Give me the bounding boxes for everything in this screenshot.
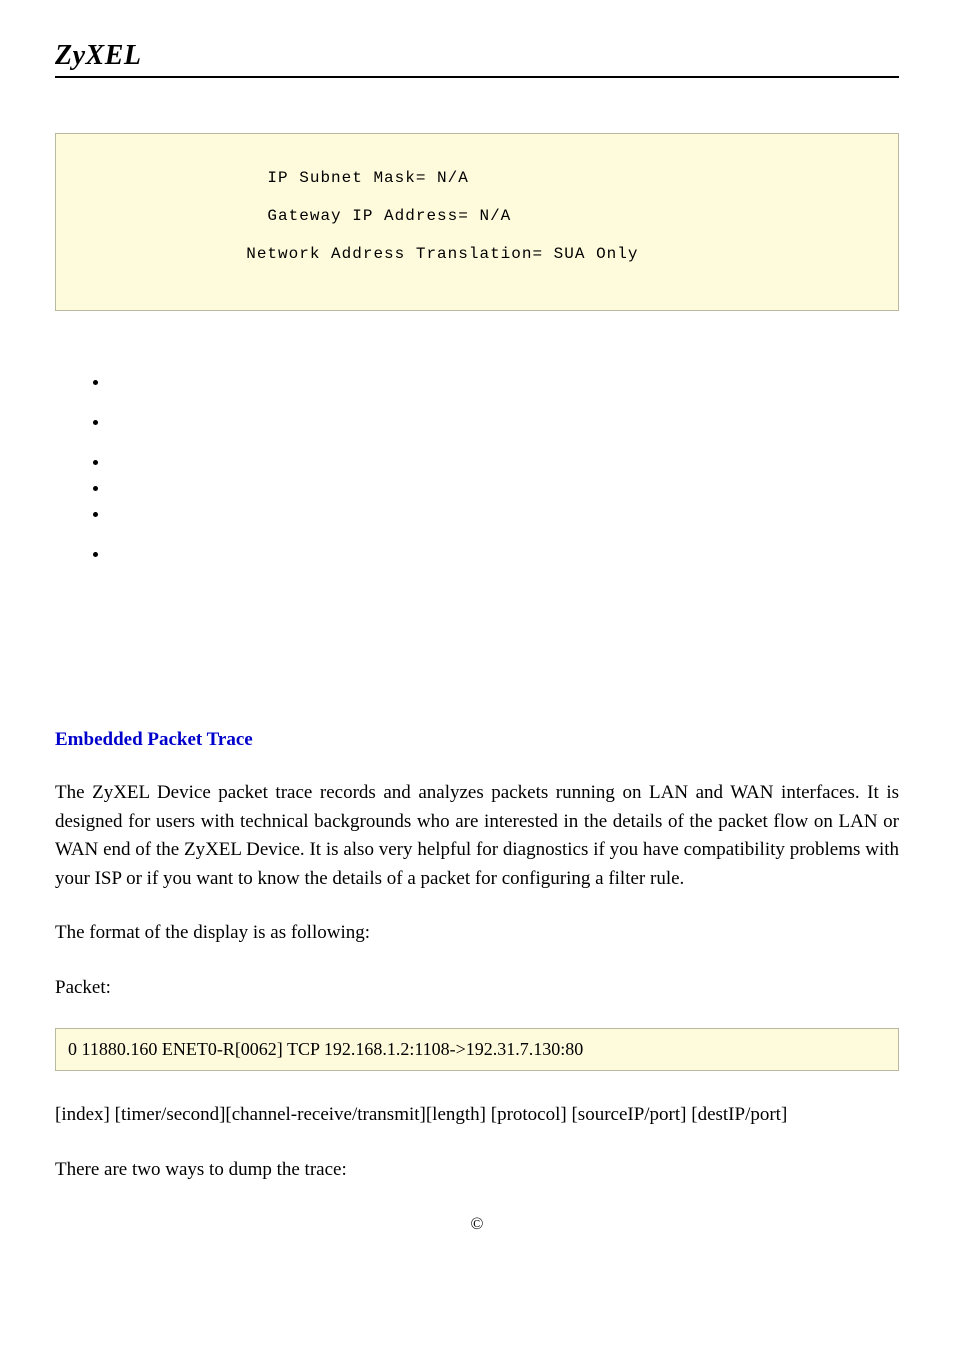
format-lead: The format of the display is as followin…: [55, 919, 899, 948]
page-header: ZyXEL: [55, 40, 899, 78]
list-item: [110, 451, 899, 467]
list-item: [110, 411, 899, 427]
dump-lead: There are two ways to dump the trace:: [55, 1156, 899, 1185]
config-line: Network Address Translation= SUA Only: [66, 242, 888, 266]
list-item: [110, 543, 899, 559]
section-heading: Embedded Packet Trace: [55, 729, 899, 751]
config-block: IP Subnet Mask= N/A Gateway IP Address= …: [55, 133, 899, 311]
copyright: ©: [471, 1214, 484, 1233]
list-item: [110, 503, 899, 519]
format-fields: [index] [timer/second][channel-receive/t…: [55, 1101, 899, 1130]
logo: ZyXEL: [55, 40, 142, 71]
list-item: [110, 371, 899, 387]
config-line: Gateway IP Address= N/A: [66, 204, 888, 228]
config-line: IP Subnet Mask= N/A: [66, 166, 888, 190]
packet-sample-text: 0 11880.160 ENET0-R[0062] TCP 192.168.1.…: [68, 1039, 583, 1059]
packet-label: Packet:: [55, 974, 899, 1003]
bullet-list: [55, 371, 899, 559]
packet-sample-box: 0 11880.160 ENET0-R[0062] TCP 192.168.1.…: [55, 1028, 899, 1071]
intro-paragraph: The ZyXEL Device packet trace records an…: [55, 779, 899, 893]
list-item: [110, 477, 899, 493]
page-footer: ©: [55, 1214, 899, 1234]
